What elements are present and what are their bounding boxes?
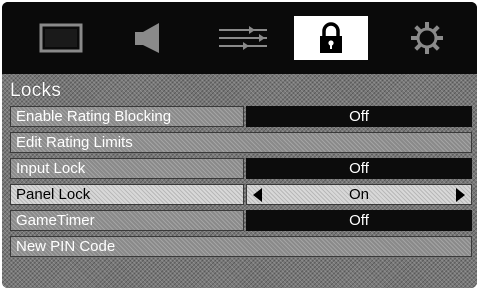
menu-item-value: On — [348, 186, 369, 203]
menu-item-value: Off — [246, 158, 472, 179]
page-title: Locks — [10, 80, 62, 101]
arrow-right-icon[interactable] — [456, 188, 465, 202]
menu-item-label: New PIN Code — [10, 236, 472, 257]
sliders-icon — [217, 24, 269, 52]
menu-item-enable-rating-blocking[interactable]: Enable Rating Blocking Off — [10, 106, 472, 127]
tab-setup[interactable] — [206, 16, 280, 60]
menu-item-label: Panel Lock — [10, 184, 244, 205]
menu-item-panel-lock[interactable]: Panel Lock On — [10, 184, 472, 205]
tab-settings[interactable] — [390, 16, 464, 60]
speaker-icon — [129, 21, 169, 55]
picture-icon — [39, 23, 83, 53]
menu-item-value: Off — [246, 210, 472, 231]
tv-screen: Locks Enable Rating Blocking Off Edit Ra… — [2, 2, 477, 288]
menu-item-new-pin-code[interactable]: New PIN Code — [10, 236, 472, 257]
tab-picture[interactable] — [24, 16, 98, 60]
lock-icon — [318, 21, 344, 55]
menu-item-value: Off — [246, 106, 472, 127]
menu-item-label: Input Lock — [10, 158, 244, 179]
gear-icon — [410, 21, 444, 55]
menu-item-edit-rating-limits[interactable]: Edit Rating Limits — [10, 132, 472, 153]
menu-item-input-lock[interactable]: Input Lock Off — [10, 158, 472, 179]
panel-lock-selector[interactable]: On — [246, 184, 472, 205]
menu-tab-bar — [2, 2, 477, 74]
locks-menu-panel: Locks Enable Rating Blocking Off Edit Ra… — [2, 74, 477, 288]
tab-audio[interactable] — [112, 16, 186, 60]
menu-item-label: Enable Rating Blocking — [10, 106, 244, 127]
menu-item-label: GameTimer — [10, 210, 244, 231]
menu-item-gametimer[interactable]: GameTimer Off — [10, 210, 472, 231]
menu-item-label: Edit Rating Limits — [10, 132, 472, 153]
arrow-left-icon[interactable] — [253, 188, 262, 202]
tab-locks[interactable] — [294, 16, 368, 60]
